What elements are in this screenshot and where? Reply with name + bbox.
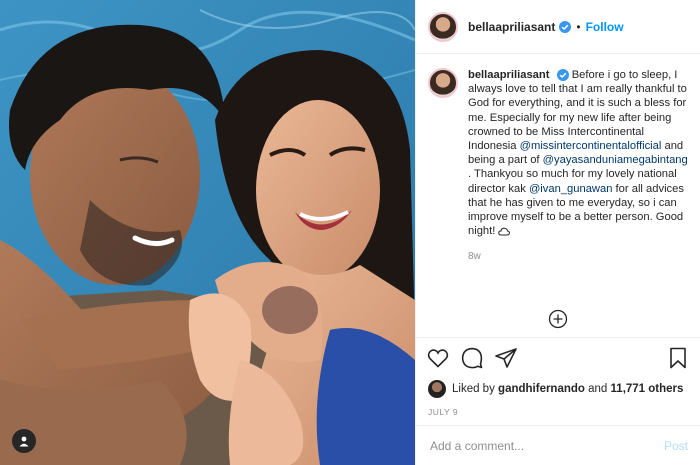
verified-badge-icon (559, 20, 572, 33)
share-icon[interactable] (494, 346, 518, 370)
caption-username[interactable]: bellaapriliasant (468, 69, 549, 81)
cloud-emoji-icon (498, 227, 511, 236)
verified-badge-icon (556, 69, 569, 82)
liker-username[interactable]: gandhifernando (498, 383, 585, 395)
follow-button[interactable]: Follow (586, 20, 624, 34)
likes-middle: and (588, 383, 608, 395)
post-header: bellaapriliasant • Follow (416, 0, 700, 54)
user-tag-icon (19, 436, 29, 447)
liker-avatar[interactable] (428, 380, 446, 398)
comment-bar: Post (416, 425, 700, 465)
photo-image (0, 0, 415, 465)
user-tag-button[interactable] (12, 429, 36, 453)
post-sidebar: bellaapriliasant • Follow bellaapriliasa… (415, 0, 700, 465)
mention-ivan-gunawan[interactable]: @ivan_gunawan (529, 183, 613, 195)
likes-prefix: Liked by (452, 383, 495, 395)
post-date: JULY 9 (428, 407, 459, 417)
load-more-icon[interactable] (548, 309, 568, 329)
author-username[interactable]: bellaapriliasant (468, 20, 555, 34)
caption-avatar[interactable] (428, 68, 458, 98)
post-photo[interactable] (0, 0, 415, 465)
heart-icon[interactable] (426, 346, 450, 370)
separator-dot: • (576, 19, 581, 34)
comment-input[interactable] (428, 437, 664, 454)
caption-age: 8w (468, 251, 481, 263)
caption-section: bellaapriliasant Before i go to sleep, I… (416, 54, 700, 337)
instagram-post: bellaapriliasant • Follow bellaapriliasa… (0, 0, 700, 465)
mention-yayasan[interactable]: @yayasanduniamegabintang (543, 154, 688, 166)
mention-missintercontinental[interactable]: @missintercontinentalofficial (520, 140, 662, 152)
likes-count[interactable]: 11,771 others (611, 383, 684, 395)
action-bar (416, 337, 700, 377)
caption-text: bellaapriliasant Before i go to sleep, I… (468, 68, 688, 337)
author-avatar[interactable] (428, 11, 458, 42)
likes-summary: Liked by gandhifernando and 11,771 other… (416, 377, 700, 401)
bookmark-icon[interactable] (666, 346, 690, 370)
comment-icon[interactable] (460, 346, 484, 370)
post-comment-button[interactable]: Post (664, 439, 688, 453)
